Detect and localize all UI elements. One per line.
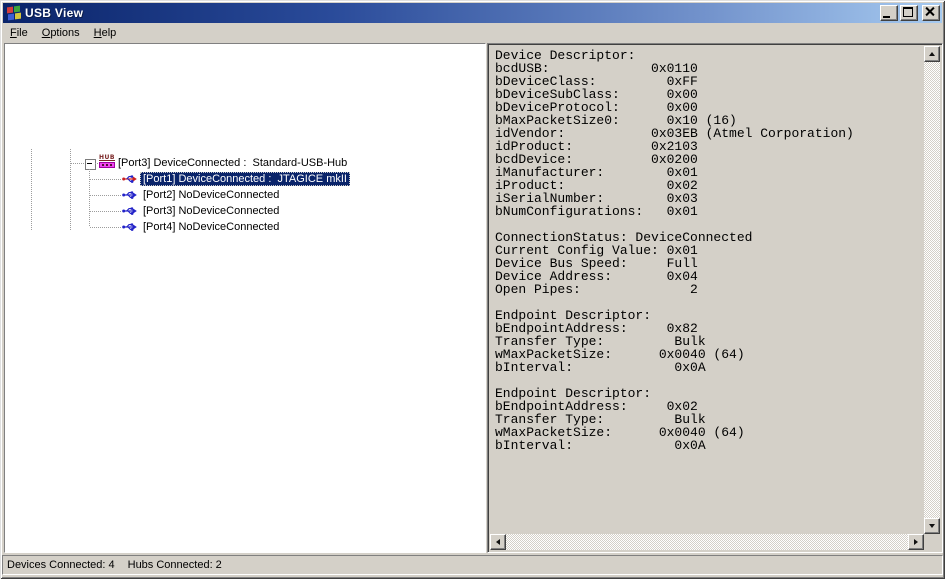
minimize-icon <box>883 16 890 18</box>
tree-node-port1[interactable]: [Port1] DeviceConnected : JTAGICE mkII <box>122 171 350 187</box>
scroll-down-button[interactable] <box>924 518 940 534</box>
menu-file[interactable]: File <box>3 25 35 41</box>
device-details-text[interactable]: Device Descriptor: bcdUSB: 0x0110 bDevic… <box>490 46 924 534</box>
usbview-window: USB View File Options Help HUB [Port3] D… <box>0 0 945 579</box>
tree-node-port3[interactable]: [Port3] NoDeviceConnected <box>122 203 282 219</box>
tree-node-port2[interactable]: [Port2] NoDeviceConnected <box>122 187 282 203</box>
tree-line <box>70 149 71 231</box>
horizontal-scroll-track[interactable] <box>506 534 908 550</box>
right-arrow-icon <box>914 539 918 545</box>
scroll-right-button[interactable] <box>908 534 924 550</box>
expand-collapse-icon[interactable] <box>85 159 96 170</box>
tree-line <box>31 149 32 231</box>
tree-node-label[interactable]: [Port2] NoDeviceConnected <box>140 188 282 202</box>
usb-no-device-icon <box>122 223 137 231</box>
tree-line <box>90 211 121 212</box>
usb-no-device-icon <box>122 207 137 215</box>
scroll-left-button[interactable] <box>490 534 506 550</box>
down-arrow-icon <box>929 524 935 528</box>
menu-options[interactable]: Options <box>35 25 87 41</box>
tree-line <box>90 227 121 228</box>
status-bar: Devices Connected: 4 Hubs Connected: 2 <box>2 555 943 575</box>
tree-node-label[interactable]: [Port3] NoDeviceConnected <box>140 204 282 218</box>
hub-icon: HUB <box>99 154 115 168</box>
usb-no-device-icon <box>122 191 137 199</box>
close-button[interactable] <box>922 5 940 21</box>
tree-node-label[interactable]: [Port3] DeviceConnected : Standard-USB-H… <box>115 156 350 170</box>
device-tree[interactable]: HUB [Port3] DeviceConnected : Standard-U… <box>5 44 485 552</box>
scroll-up-button[interactable] <box>924 46 940 62</box>
status-hubs-connected: Hubs Connected: 2 <box>127 559 222 571</box>
usb-device-connected-icon <box>122 175 137 183</box>
tree-line <box>71 163 85 164</box>
maximize-icon <box>903 7 913 17</box>
window-controls <box>878 5 940 21</box>
menu-bar: File Options Help <box>3 24 942 42</box>
scrollbar-corner <box>924 534 940 550</box>
horizontal-scrollbar[interactable] <box>490 534 924 550</box>
app-icon[interactable] <box>6 5 22 21</box>
device-details-panel: Device Descriptor: bcdUSB: 0x0110 bDevic… <box>487 43 943 553</box>
status-devices-connected: Devices Connected: 4 <box>7 559 115 571</box>
tree-node-hub[interactable]: [Port3] DeviceConnected : Standard-USB-H… <box>115 155 350 171</box>
window-title: USB View <box>25 6 84 20</box>
vertical-scrollbar[interactable] <box>924 46 940 534</box>
title-bar[interactable]: USB View <box>3 3 942 23</box>
maximize-button[interactable] <box>900 5 918 21</box>
up-arrow-icon <box>929 52 935 56</box>
menu-help[interactable]: Help <box>87 25 124 41</box>
tree-line <box>89 169 90 227</box>
tree-node-label[interactable]: [Port4] NoDeviceConnected <box>140 220 282 234</box>
close-icon <box>925 7 934 16</box>
vertical-scroll-track[interactable] <box>924 62 940 518</box>
tree-line <box>90 179 121 180</box>
minimize-button[interactable] <box>880 5 898 21</box>
tree-node-label[interactable]: [Port1] DeviceConnected : JTAGICE mkII <box>140 172 350 186</box>
tree-line <box>90 195 121 196</box>
device-tree-panel: HUB [Port3] DeviceConnected : Standard-U… <box>4 43 486 553</box>
tree-node-port4[interactable]: [Port4] NoDeviceConnected <box>122 219 282 235</box>
left-arrow-icon <box>496 539 500 545</box>
